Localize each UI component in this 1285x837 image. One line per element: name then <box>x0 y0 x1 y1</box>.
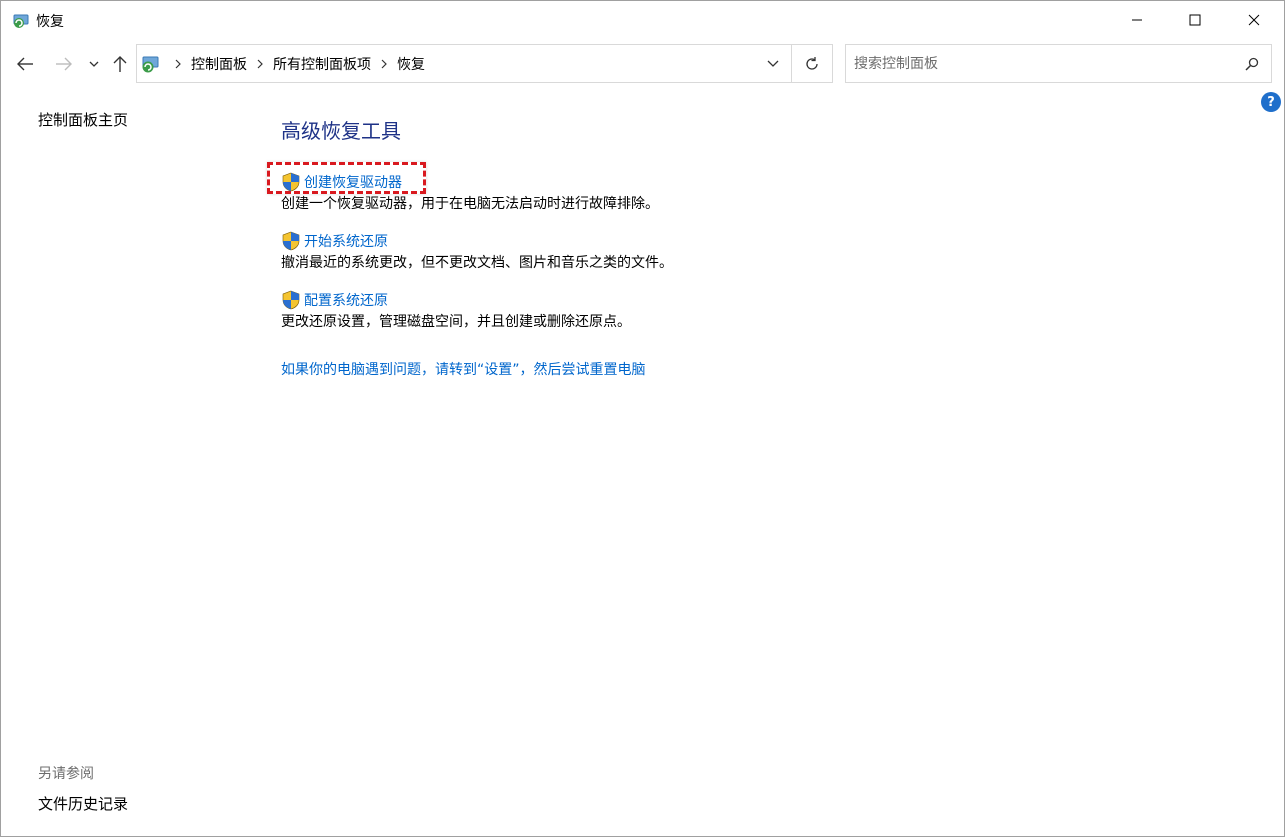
chevron-down-icon <box>767 60 779 67</box>
up-button[interactable] <box>109 52 131 76</box>
start-system-restore-desc: 撤消最近的系统更改，但不更改文档、图片和音乐之类的文件。 <box>281 255 673 271</box>
chevron-right-icon <box>165 59 191 69</box>
arrow-up-icon <box>113 56 127 72</box>
maximize-icon <box>1189 14 1201 26</box>
search-icon <box>1245 57 1259 71</box>
recovery-icon <box>13 14 29 28</box>
configure-system-restore-desc: 更改还原设置，管理磁盘空间，并且创建或删除还原点。 <box>281 314 631 330</box>
uac-shield-icon <box>282 290 300 310</box>
arrow-right-icon <box>56 57 72 71</box>
search-box[interactable] <box>845 44 1272 83</box>
minimize-button[interactable] <box>1108 1 1166 39</box>
minimize-icon <box>1132 19 1142 21</box>
address-dropdown-button[interactable] <box>755 45 791 82</box>
chevron-right-icon[interactable] <box>247 59 273 69</box>
create-recovery-drive-label[interactable]: 创建恢复驱动器 <box>304 172 402 192</box>
chevron-right-icon[interactable] <box>371 59 397 69</box>
maximize-button[interactable] <box>1166 1 1224 39</box>
refresh-icon <box>806 56 818 70</box>
create-recovery-drive-desc: 创建一个恢复驱动器，用于在电脑无法启动时进行故障排除。 <box>281 196 659 212</box>
page-title: 高级恢复工具 <box>281 119 401 143</box>
configure-system-restore-label[interactable]: 配置系统还原 <box>304 290 388 310</box>
start-system-restore-label[interactable]: 开始系统还原 <box>304 231 388 251</box>
arrow-left-icon <box>17 57 33 71</box>
recent-locations-button[interactable] <box>87 52 101 76</box>
configure-system-restore-link[interactable]: 配置系统还原 <box>281 290 631 310</box>
recovery-window: 恢复 控制面板 所有控制面板项 恢复 搜索控制面板 ? 控制面板主页 另请参阅 … <box>0 0 1285 837</box>
search-input[interactable] <box>854 53 1234 75</box>
chevron-down-icon <box>89 61 99 67</box>
see-also-heading: 另请参阅 <box>38 766 94 782</box>
forward-button[interactable] <box>53 52 75 76</box>
uac-shield-icon <box>282 231 300 251</box>
breadcrumb-recovery[interactable]: 恢复 <box>397 54 425 74</box>
breadcrumb-all-items[interactable]: 所有控制面板项 <box>273 54 371 74</box>
breadcrumb-control-panel[interactable]: 控制面板 <box>191 54 247 74</box>
breadcrumb: 控制面板 所有控制面板项 恢复 <box>165 45 425 82</box>
title-bar: 恢复 <box>1 1 1284 39</box>
start-system-restore-link[interactable]: 开始系统还原 <box>281 231 673 251</box>
control-panel-icon <box>142 56 159 73</box>
control-panel-home-link[interactable]: 控制面板主页 <box>38 109 128 130</box>
back-button[interactable] <box>14 52 36 76</box>
address-bar[interactable]: 控制面板 所有控制面板项 恢复 <box>136 44 833 83</box>
search-button[interactable] <box>1242 54 1262 74</box>
help-icon[interactable]: ? <box>1261 92 1281 112</box>
refresh-button[interactable] <box>792 45 832 82</box>
task-start-system-restore: 开始系统还原 撤消最近的系统更改，但不更改文档、图片和音乐之类的文件。 <box>281 231 673 272</box>
close-icon <box>1248 14 1260 26</box>
window-title: 恢复 <box>36 14 64 30</box>
close-button[interactable] <box>1225 1 1283 39</box>
task-configure-system-restore: 配置系统还原 更改还原设置，管理磁盘空间，并且创建或删除还原点。 <box>281 290 631 331</box>
create-recovery-drive-link[interactable]: 创建恢复驱动器 <box>281 172 659 192</box>
reset-pc-settings-link[interactable]: 如果你的电脑遇到问题，请转到“设置”，然后尝试重置电脑 <box>281 359 646 379</box>
file-history-link[interactable]: 文件历史记录 <box>38 793 128 814</box>
uac-shield-icon <box>282 172 300 192</box>
task-create-recovery-drive: 创建恢复驱动器 创建一个恢复驱动器，用于在电脑无法启动时进行故障排除。 <box>281 172 659 213</box>
